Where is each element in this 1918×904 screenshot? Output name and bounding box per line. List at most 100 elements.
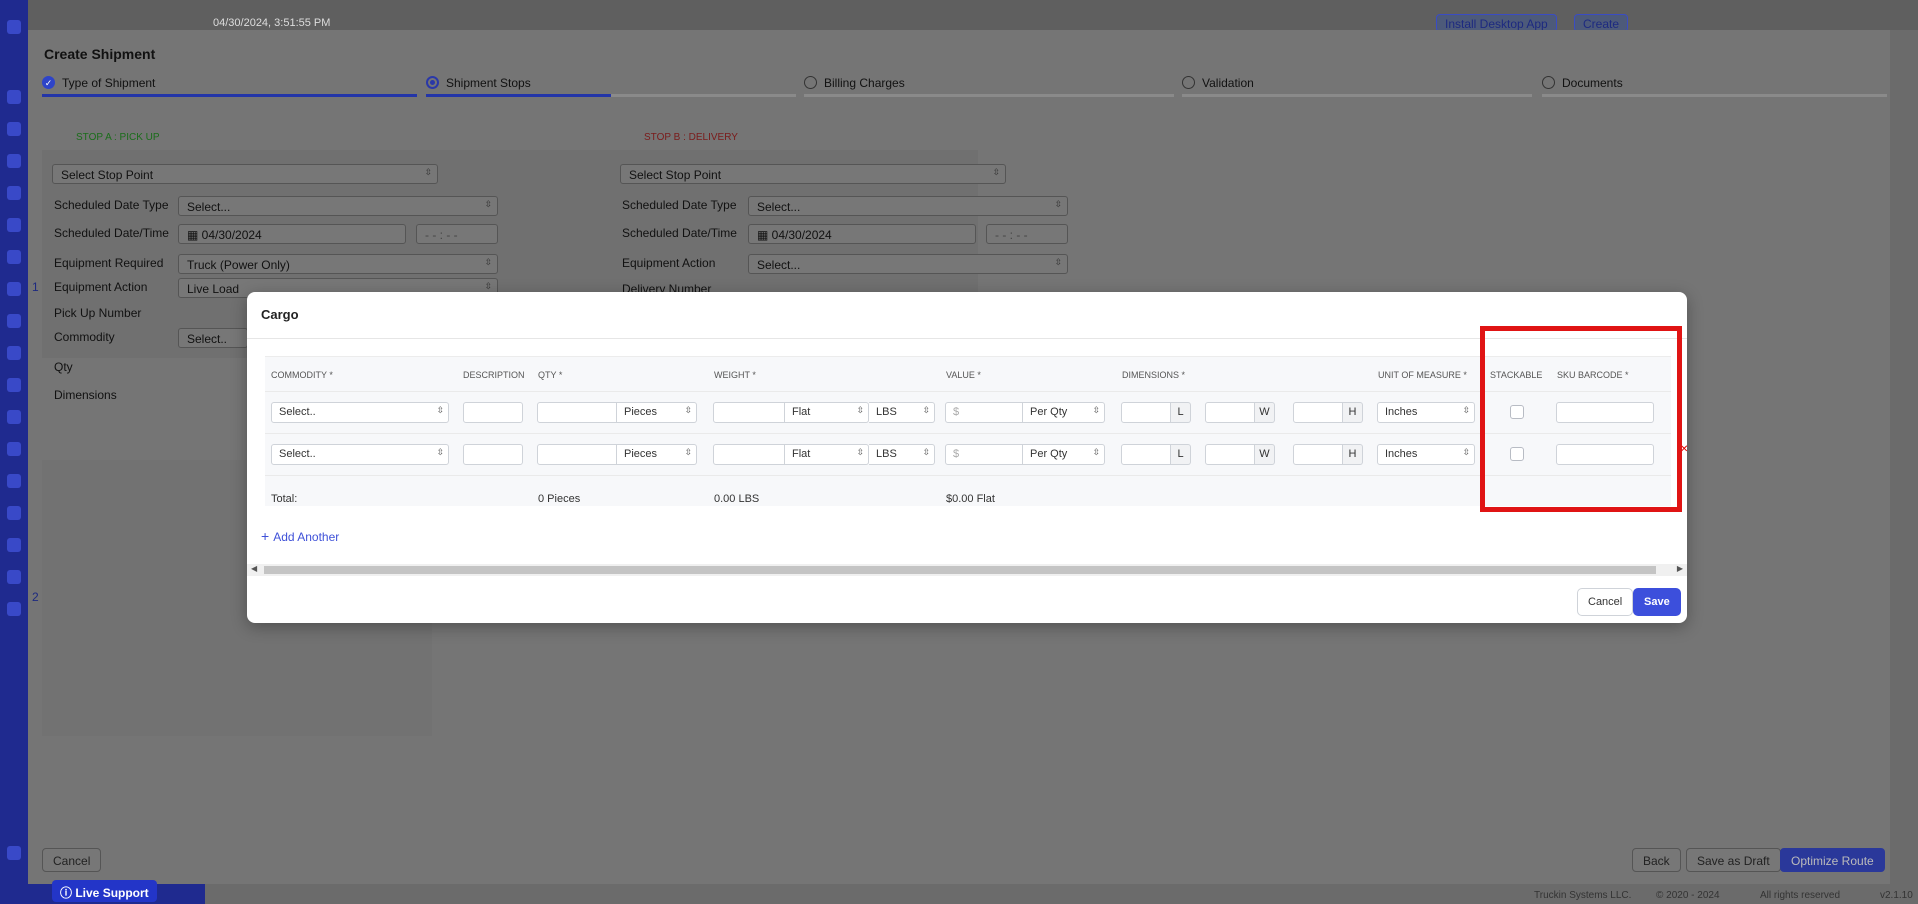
label-scheduled-date-type: Scheduled Date Type xyxy=(622,198,737,212)
stop-b-date-type-select[interactable]: Select... ⇳ xyxy=(748,196,1068,216)
total-value: $0.00 Flat xyxy=(946,493,995,505)
row-number-1: 1 xyxy=(32,280,39,294)
stop-b-equipment-action-select[interactable]: Select... ⇳ xyxy=(748,254,1068,274)
label-scheduled-date-time: Scheduled Date/Time xyxy=(54,226,169,240)
weight-type-select[interactable]: Flat ⇳ xyxy=(785,444,869,465)
weight-input[interactable] xyxy=(713,444,785,465)
weight-input[interactable] xyxy=(713,402,785,423)
value-input[interactable]: $ xyxy=(945,444,1023,465)
step-documents[interactable]: Documents xyxy=(1542,74,1887,98)
stop-a-header[interactable]: STOP A : PICK UP xyxy=(76,132,160,143)
step-label: Shipment Stops xyxy=(446,76,531,90)
scroll-left-icon[interactable]: ◀ xyxy=(251,564,257,573)
stop-a-equipment-required-select[interactable]: Truck (Power Only) ⇳ xyxy=(178,254,498,274)
dimension-width-input[interactable] xyxy=(1205,444,1255,465)
check-icon: ✓ xyxy=(42,76,55,89)
stop-a-time-input[interactable]: - - : - - xyxy=(416,224,498,244)
cancel-button[interactable]: Cancel xyxy=(1577,588,1634,616)
description-input[interactable] xyxy=(463,444,523,465)
unit-of-measure-select[interactable]: Inches ⇳ xyxy=(1377,444,1475,465)
stop-a-stop-point-select[interactable]: Select Stop Point ⇳ xyxy=(52,164,438,184)
col-description: DESCRIPTION xyxy=(463,370,525,380)
calendar-icon: ▦ xyxy=(187,228,202,242)
dashboard-icon[interactable] xyxy=(7,122,21,136)
scroll-right-icon[interactable]: ▶ xyxy=(1677,564,1683,573)
wizard-title: Create Shipment xyxy=(44,46,156,62)
location-icon[interactable] xyxy=(7,314,21,328)
truck-icon[interactable] xyxy=(7,218,21,232)
commodity-select[interactable]: Select.. ⇳ xyxy=(271,444,449,465)
qty-unit-select[interactable]: Pieces ⇳ xyxy=(617,402,697,423)
add-another-button[interactable]: + Add Another xyxy=(261,528,339,544)
star-icon[interactable] xyxy=(7,90,21,104)
stop-b-stop-point-select[interactable]: Select Stop Point ⇳ xyxy=(620,164,1006,184)
value-type-select[interactable]: Per Qty ⇳ xyxy=(1023,402,1105,423)
label-equipment-required: Equipment Required xyxy=(54,256,164,270)
description-input[interactable] xyxy=(463,402,523,423)
qty-input[interactable] xyxy=(537,444,617,465)
list-icon[interactable] xyxy=(7,410,21,424)
step-validation[interactable]: Validation xyxy=(1182,74,1532,98)
weight-unit-select[interactable]: LBS ⇳ xyxy=(869,444,935,465)
back-button[interactable]: Back xyxy=(1632,848,1681,872)
app-sidebar xyxy=(0,0,28,904)
step-type-of-shipment[interactable]: ✓ Type of Shipment xyxy=(42,74,417,98)
stop-a-date-type-select[interactable]: Select... ⇳ xyxy=(178,196,498,216)
users-icon[interactable] xyxy=(7,154,21,168)
dimension-height-input[interactable] xyxy=(1293,402,1343,423)
stop-a-date-input[interactable]: ▦ 04/30/2024 xyxy=(178,224,406,244)
dimension-length-input[interactable] xyxy=(1121,402,1171,423)
footer-rights: All rights reserved xyxy=(1760,890,1841,901)
box-icon[interactable] xyxy=(7,474,21,488)
shield-icon[interactable] xyxy=(7,282,21,296)
stop-b-header[interactable]: STOP B : DELIVERY xyxy=(644,132,738,143)
dimension-height-input[interactable] xyxy=(1293,444,1343,465)
timestamp: 04/30/2024, 3:51:55 PM xyxy=(213,17,331,29)
dollar-icon[interactable] xyxy=(7,378,21,392)
dimension-l-tag: L xyxy=(1171,402,1191,423)
docs-icon[interactable] xyxy=(7,442,21,456)
step-label: Type of Shipment xyxy=(62,76,156,90)
wizard-cancel-button[interactable]: Cancel xyxy=(42,848,102,872)
fuel-icon[interactable] xyxy=(7,538,21,552)
wizard-steps: ✓ Type of Shipment Shipment Stops Billin… xyxy=(42,74,1887,98)
stop-a-commodity-select[interactable]: Select.. xyxy=(178,328,248,348)
unit-of-measure-select[interactable]: Inches ⇳ xyxy=(1377,402,1475,423)
step-billing-charges[interactable]: Billing Charges xyxy=(804,74,1174,98)
qty-unit-select[interactable]: Pieces ⇳ xyxy=(617,444,697,465)
calendar-icon: ▦ xyxy=(757,228,772,242)
dimension-h-tag: H xyxy=(1343,402,1363,423)
scrollbar-thumb[interactable] xyxy=(264,566,1656,574)
dimension-length-input[interactable] xyxy=(1121,444,1171,465)
weight-type-select[interactable]: Flat ⇳ xyxy=(785,402,869,423)
col-value: VALUE * xyxy=(946,370,981,380)
commodity-select[interactable]: Select.. ⇳ xyxy=(271,402,449,423)
label-equipment-action: Equipment Action xyxy=(622,256,716,270)
footer-version: v2.1.10 xyxy=(1880,890,1913,901)
report-icon[interactable] xyxy=(7,570,21,584)
qty-input[interactable] xyxy=(537,402,617,423)
step-shipment-stops[interactable]: Shipment Stops xyxy=(426,74,796,98)
grid-icon[interactable] xyxy=(7,186,21,200)
row-divider xyxy=(265,433,1671,434)
dimension-width-input[interactable] xyxy=(1205,402,1255,423)
label-qty: Qty xyxy=(54,360,73,374)
stop-b-time-input[interactable]: - - : - - xyxy=(986,224,1068,244)
cargo-table: COMMODITY * DESCRIPTION QTY * WEIGHT * V… xyxy=(265,356,1671,506)
shipment-icon[interactable] xyxy=(7,250,21,264)
step-progress xyxy=(804,94,1174,97)
weight-unit-select[interactable]: LBS ⇳ xyxy=(869,402,935,423)
save-as-draft-button[interactable]: Save as Draft xyxy=(1686,848,1781,872)
people-icon[interactable] xyxy=(7,346,21,360)
live-support-button[interactable]: ⓘ Live Support xyxy=(52,880,157,902)
save-button[interactable]: Save xyxy=(1633,588,1681,616)
wrench-icon[interactable] xyxy=(7,506,21,520)
stop-b-date-input[interactable]: ▦ 04/30/2024 xyxy=(748,224,976,244)
value-input[interactable]: $ xyxy=(945,402,1023,423)
dimension-l-tag: L xyxy=(1171,444,1191,465)
video-icon[interactable] xyxy=(7,602,21,616)
horizontal-scrollbar[interactable]: ◀ ▶ xyxy=(247,564,1687,576)
settings-icon[interactable] xyxy=(7,846,21,860)
optimize-route-button[interactable]: Optimize Route xyxy=(1780,848,1885,872)
value-type-select[interactable]: Per Qty ⇳ xyxy=(1023,444,1105,465)
